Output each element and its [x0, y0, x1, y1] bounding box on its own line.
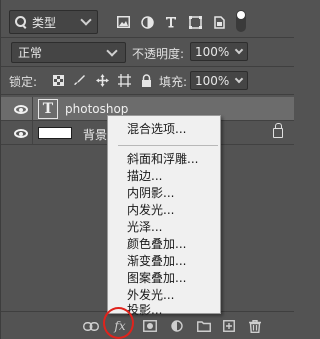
filter-row: 类型: [9, 10, 98, 34]
blend-mode-label: 正常: [18, 46, 43, 60]
new-layer-icon[interactable]: [221, 319, 237, 333]
background-layer-thumbnail: [38, 127, 72, 139]
mask-icon[interactable]: [142, 319, 158, 333]
chevron-down-icon: [106, 44, 118, 57]
smart-object-filter-icon[interactable]: [207, 12, 231, 32]
menu-item-inner-shadow[interactable]: 内阴影...: [127, 185, 174, 202]
type-filter-icon[interactable]: [159, 12, 183, 32]
highlight-circle: [103, 307, 134, 339]
adjustment-filter-icon[interactable]: [135, 12, 159, 32]
divider: [32, 121, 33, 144]
chevron-down-icon: [80, 14, 92, 26]
menu-item-pattern-overlay[interactable]: 图案叠加...: [127, 270, 186, 287]
fill-label: 填充:: [159, 75, 188, 89]
trash-icon[interactable]: [247, 319, 263, 333]
eye-icon[interactable]: [14, 129, 28, 138]
menu-separator: [118, 145, 218, 146]
lock-all-icon[interactable]: [135, 71, 157, 89]
opacity-label: 不透明度:: [132, 47, 185, 61]
filter-kind-select[interactable]: 类型: [9, 10, 98, 34]
blend-mode-select[interactable]: 正常: [11, 42, 126, 63]
divider: [1, 37, 294, 38]
divider: [1, 94, 294, 95]
menu-item-inner-glow[interactable]: 内发光...: [127, 202, 174, 219]
menu-item-color-overlay[interactable]: 颜色叠加...: [127, 236, 186, 253]
link-icon[interactable]: [83, 319, 99, 333]
lock-artboard-icon[interactable]: [113, 71, 135, 89]
folder-icon[interactable]: [196, 319, 212, 333]
menu-item-blending-options[interactable]: 混合选项...: [127, 121, 186, 138]
menu-item-bevel-emboss[interactable]: 斜面和浮雕...: [127, 151, 198, 168]
layer-name[interactable]: 背景: [83, 126, 107, 143]
layer-name[interactable]: photoshop: [65, 102, 128, 116]
opacity-value: 100%: [195, 44, 230, 59]
divider: [1, 66, 294, 67]
text-layer-thumbnail: T: [38, 99, 58, 119]
chevron-down-icon: [234, 74, 244, 83]
filter-icons: [111, 12, 231, 32]
lock-image-icon[interactable]: [69, 71, 91, 89]
layer-style-menu: 混合选项... 斜面和浮雕... 描边... 内阴影... 内发光... 光泽.…: [107, 115, 221, 317]
menu-item-gradient-overlay[interactable]: 渐变叠加...: [127, 253, 186, 270]
search-icon: [14, 15, 28, 29]
chevron-down-icon: [234, 45, 244, 54]
image-filter-icon[interactable]: [111, 12, 135, 32]
divider: [32, 97, 33, 120]
menu-item-stroke[interactable]: 描边...: [127, 168, 162, 185]
adjustment-icon[interactable]: [169, 319, 185, 333]
menu-item-satin[interactable]: 光泽...: [127, 219, 162, 236]
filter-toggle[interactable]: [236, 10, 246, 32]
opacity-field[interactable]: 100%: [190, 42, 248, 61]
lock-icons: [47, 71, 157, 89]
lock-position-icon[interactable]: [91, 71, 113, 89]
filter-kind-label: 类型: [32, 15, 57, 30]
fill-field[interactable]: 100%: [190, 71, 248, 90]
lock-transparent-icon[interactable]: [47, 71, 69, 89]
fill-value: 100%: [195, 73, 230, 88]
lock-icon: [273, 123, 283, 138]
shape-filter-icon[interactable]: [183, 12, 207, 32]
eye-icon[interactable]: [14, 105, 28, 114]
lock-label: 锁定:: [9, 75, 38, 89]
